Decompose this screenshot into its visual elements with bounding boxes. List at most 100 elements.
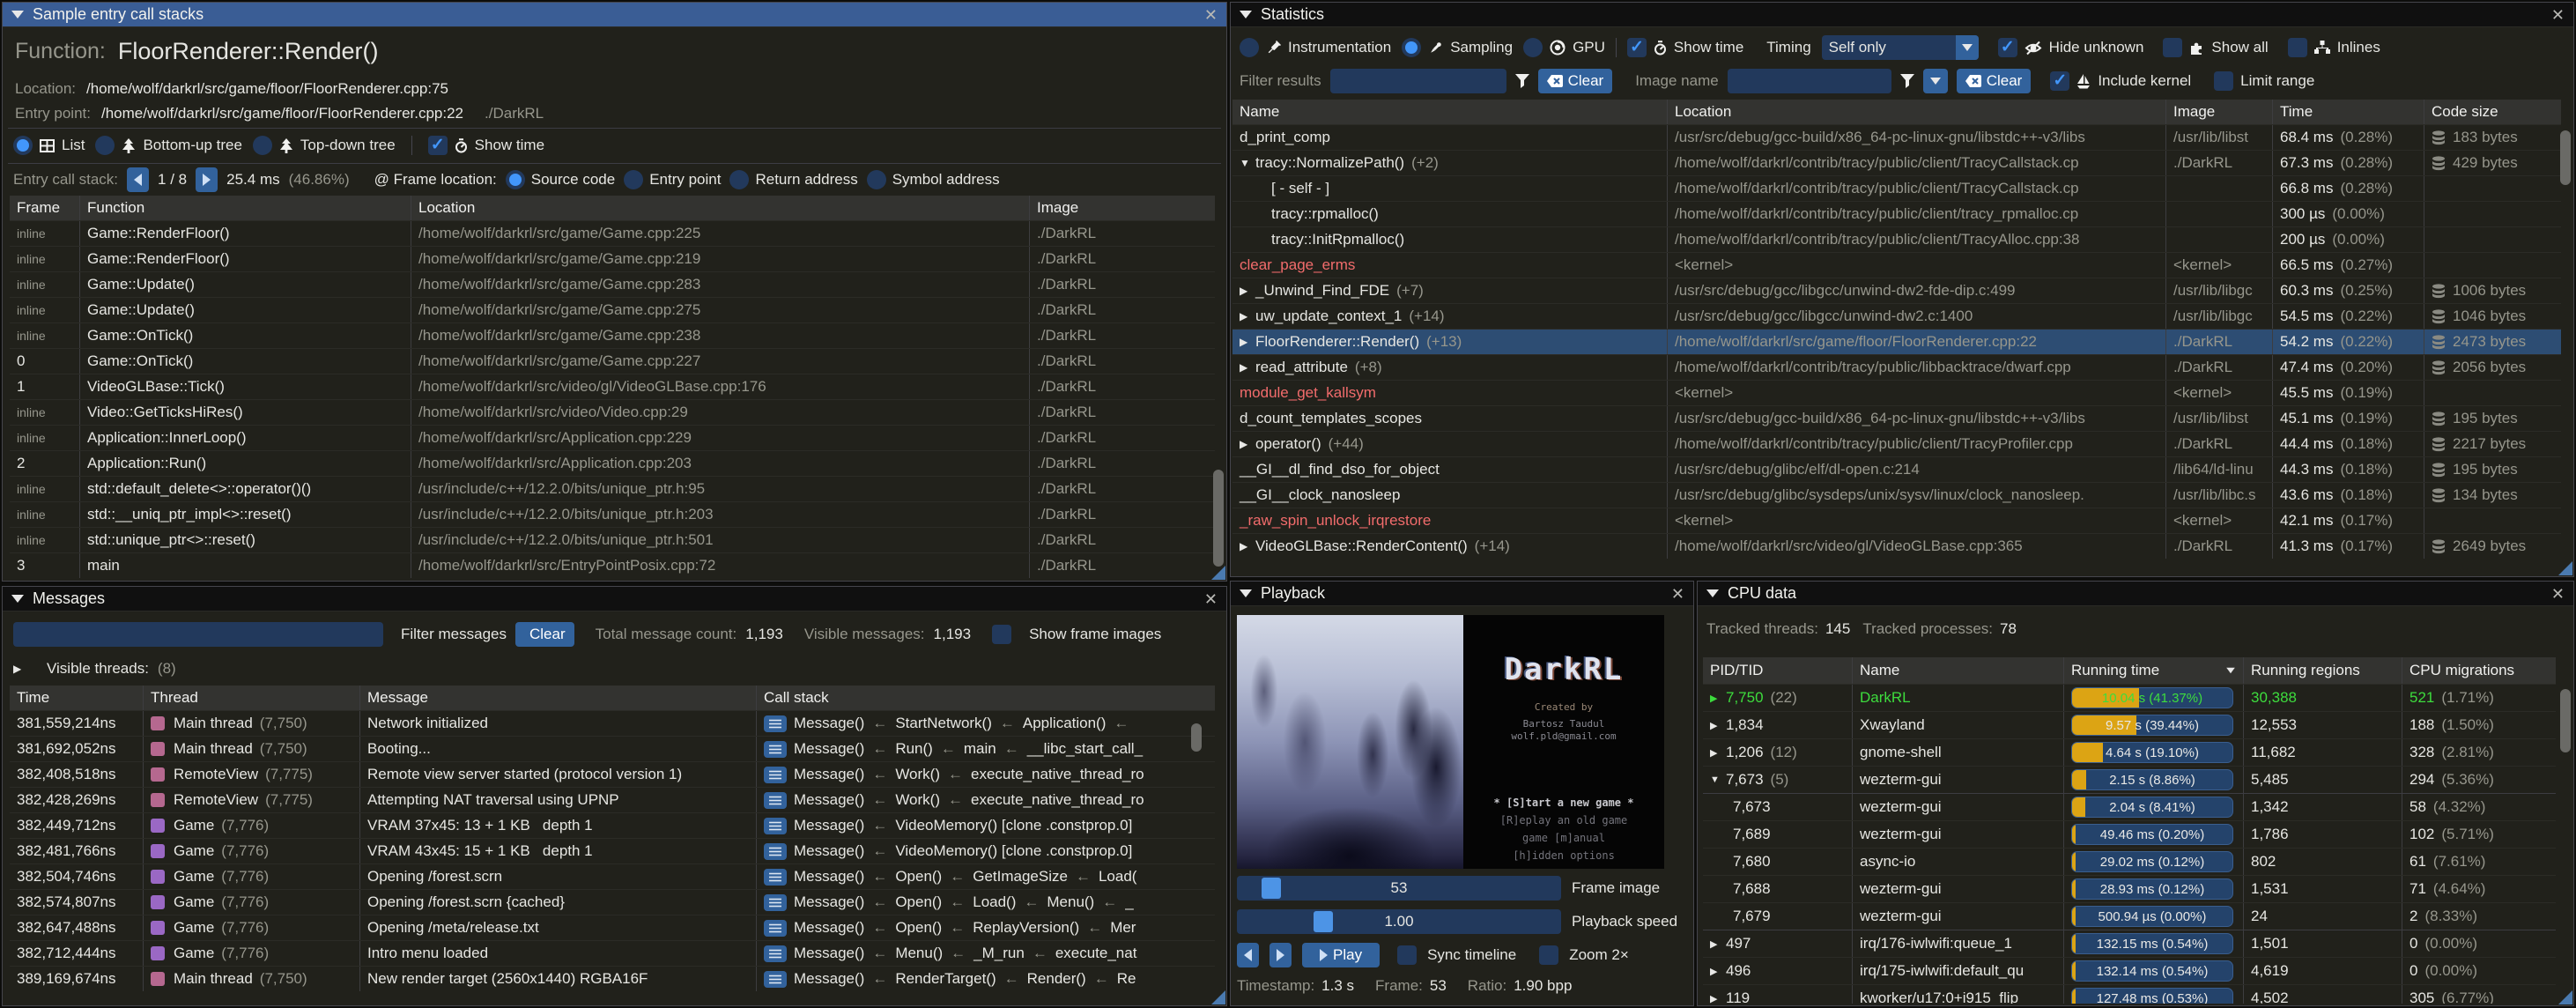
stats-row[interactable]: ▼tracy::NormalizePath()(+2)/home/wolf/da…: [1232, 150, 2561, 175]
column-header-location[interactable]: Location: [1668, 100, 2166, 124]
expander-closed[interactable]: ▶: [1240, 540, 1255, 552]
frame-location-return-address[interactable]: Return address: [729, 170, 857, 189]
stats-show-time-toggle[interactable]: ✓Show time: [1627, 38, 1743, 57]
close-icon[interactable]: ✕: [1204, 6, 1218, 25]
expander-closed[interactable]: ▶: [1710, 938, 1726, 950]
show-frame-images-checkbox[interactable]: [992, 625, 1011, 644]
toggle-show-all[interactable]: Show all: [2163, 38, 2268, 57]
resize-grip[interactable]: [2558, 561, 2572, 575]
expander-closed[interactable]: ▶: [1240, 310, 1255, 322]
call-stack-button[interactable]: [764, 869, 787, 886]
view-mode-list[interactable]: List: [13, 136, 85, 155]
close-icon[interactable]: ✕: [1204, 590, 1218, 609]
expander-closed[interactable]: ▶: [1240, 361, 1255, 374]
cpu-row[interactable]: 7,679wezterm-gui500.94 µs (0.00%)242(8.3…: [1703, 902, 2556, 930]
column-header-function[interactable]: Function: [80, 196, 411, 220]
column-header-location[interactable]: Location: [411, 196, 1030, 220]
close-icon[interactable]: ✕: [2551, 6, 2565, 25]
expander-open[interactable]: ▼: [1240, 157, 1255, 169]
stats-row[interactable]: d_print_comp/usr/src/debug/gcc-build/x86…: [1232, 124, 2561, 150]
column-header-message[interactable]: Message: [360, 686, 757, 710]
stats-row[interactable]: d_count_templates_scopes/usr/src/debug/g…: [1232, 405, 2561, 431]
inlines-checkbox[interactable]: [2288, 38, 2307, 57]
cpu-row[interactable]: 7,688wezterm-gui28.93 ms (0.12%)1,53171(…: [1703, 875, 2556, 902]
expander-open[interactable]: ▼: [1710, 775, 1726, 785]
column-header-pid/tid[interactable]: PID/TID: [1703, 657, 1853, 684]
messages-titlebar[interactable]: Messages ✕: [3, 587, 1226, 611]
toggle-inlines[interactable]: Inlines: [2288, 38, 2380, 57]
table-row[interactable]: inlinestd::default_delete<>::operator()(…: [10, 476, 1215, 501]
expander-closed[interactable]: ▶: [1710, 747, 1726, 759]
column-header-running-time[interactable]: Running time: [2064, 657, 2244, 684]
clear-filter-button[interactable]: Clear: [1538, 69, 1613, 93]
stats-row[interactable]: clear_page_erms<kernel><kernel>66.5 ms(0…: [1232, 252, 2561, 278]
table-row[interactable]: 0Game::OnTick()/home/wolf/darkrl/src/gam…: [10, 348, 1215, 374]
frame-location-source-code[interactable]: Source code: [506, 170, 615, 189]
column-header-time[interactable]: Time: [2273, 100, 2424, 124]
resize-grip[interactable]: [2558, 990, 2572, 1004]
column-header-name[interactable]: Name: [1232, 100, 1668, 124]
call-stack-button[interactable]: [764, 920, 787, 937]
location-value[interactable]: /home/wolf/darkrl/src/game/floor/FloorRe…: [86, 80, 448, 98]
stats-row[interactable]: module_get_kallsym<kernel><kernel>45.5 m…: [1232, 380, 2561, 405]
table-row[interactable]: inlinestd::unique_ptr<>::reset()/usr/inc…: [10, 527, 1215, 552]
column-header-time[interactable]: Time: [10, 686, 144, 710]
cpu-titlebar[interactable]: CPU data ✕: [1698, 582, 2573, 606]
message-row[interactable]: 381,692,052nsMain thread(7,750)Booting..…: [10, 736, 1215, 761]
collapse-icon[interactable]: [11, 595, 24, 603]
column-header-code-size[interactable]: Code size: [2424, 100, 2561, 124]
play-button[interactable]: Play: [1302, 943, 1380, 967]
collapse-icon[interactable]: [1706, 589, 1719, 597]
call-stack-button[interactable]: [764, 767, 787, 783]
include-kernel-toggle[interactable]: ✓Include kernel: [2050, 71, 2191, 91]
stats-row[interactable]: tracy::InitRpmalloc()/home/wolf/darkrl/c…: [1232, 226, 2561, 252]
call-stack-button[interactable]: [764, 945, 787, 962]
table-row[interactable]: inlineApplication::InnerLoop()/home/wolf…: [10, 425, 1215, 450]
sync-timeline-checkbox[interactable]: [1397, 945, 1417, 965]
cpu-scrollbar[interactable]: [2560, 689, 2571, 752]
show-time-checkbox[interactable]: ✓: [428, 136, 448, 155]
message-row[interactable]: 382,481,766nsGame(7,776)VRAM 43x45: 15 +…: [10, 838, 1215, 863]
clear-image-filter-button[interactable]: Clear: [1957, 69, 2032, 93]
next-call-stack-button[interactable]: [196, 167, 218, 192]
statistics-titlebar[interactable]: Statistics ✕: [1231, 3, 2573, 27]
playback-speed-slider[interactable]: 1.00: [1237, 909, 1561, 934]
messages-scrollbar[interactable]: [1191, 723, 1202, 752]
stats-scrollbar[interactable]: [2560, 130, 2571, 185]
table-row[interactable]: inlineGame::Update()/home/wolf/darkrl/sr…: [10, 297, 1215, 322]
function-name[interactable]: FloorRenderer::Render(): [118, 38, 379, 65]
column-header-image[interactable]: Image: [2166, 100, 2273, 124]
message-row[interactable]: 382,408,518nsRemoteView(7,775)Remote vie…: [10, 761, 1215, 787]
image-filter-dropdown-button[interactable]: [1923, 69, 1948, 93]
stats-mode-instrumentation[interactable]: Instrumentation: [1240, 38, 1391, 57]
stats-row[interactable]: ▶uw_update_context_1(+14)/usr/src/debug/…: [1232, 303, 2561, 329]
expander-closed[interactable]: ▶: [1710, 966, 1726, 977]
stats-row[interactable]: __GI__clock_nanosleep/usr/src/debug/glib…: [1232, 482, 2561, 508]
message-row[interactable]: 382,712,444nsGame(7,776)Intro menu loade…: [10, 940, 1215, 966]
prev-call-stack-button[interactable]: [127, 167, 149, 192]
show-all-checkbox[interactable]: [2163, 38, 2182, 57]
call-stack-button[interactable]: [764, 818, 787, 834]
stats-row[interactable]: ▶FloorRenderer::Render()(+13)/home/wolf/…: [1232, 329, 2561, 354]
message-row[interactable]: 382,428,269nsRemoteView(7,775)Attempting…: [10, 787, 1215, 812]
table-row[interactable]: 2Application::Run()/home/wolf/darkrl/src…: [10, 450, 1215, 476]
frame-location-symbol-address[interactable]: Symbol address: [867, 170, 1000, 189]
collapse-icon[interactable]: [1240, 11, 1252, 19]
expander-closed[interactable]: ▶: [1710, 693, 1726, 704]
message-row[interactable]: 382,504,746nsGame(7,776)Opening /forest.…: [10, 863, 1215, 889]
cpu-row[interactable]: 7,689wezterm-gui49.46 ms (0.20%)1,786102…: [1703, 820, 2556, 848]
resize-grip[interactable]: [1211, 566, 1225, 580]
show-time-toggle[interactable]: ✓Show time: [428, 136, 544, 155]
expander-closed[interactable]: ▶: [1710, 993, 1726, 1004]
call-stack-button[interactable]: [764, 741, 787, 758]
column-header-frame[interactable]: Frame: [10, 196, 80, 220]
hide-unknown-checkbox[interactable]: ✓: [1998, 38, 2017, 57]
entry-value[interactable]: /home/wolf/darkrl/src/game/floor/FloorRe…: [101, 105, 463, 122]
column-header-cpu-migrations[interactable]: CPU migrations: [2402, 657, 2556, 684]
cpu-row[interactable]: 7,680async-io29.02 ms (0.12%)80261(7.61%…: [1703, 848, 2556, 875]
resize-grip[interactable]: [1211, 990, 1225, 1004]
message-row[interactable]: 382,647,488nsGame(7,776)Opening /meta/re…: [10, 915, 1215, 940]
message-row[interactable]: 382,574,807nsGame(7,776)Opening /forest.…: [10, 889, 1215, 915]
cpu-row[interactable]: ▶1,206(12)gnome-shell4.64 s (19.10%)11,6…: [1703, 738, 2556, 766]
stats-row[interactable]: __GI__dl_find_dso_for_object/usr/src/deb…: [1232, 456, 2561, 482]
